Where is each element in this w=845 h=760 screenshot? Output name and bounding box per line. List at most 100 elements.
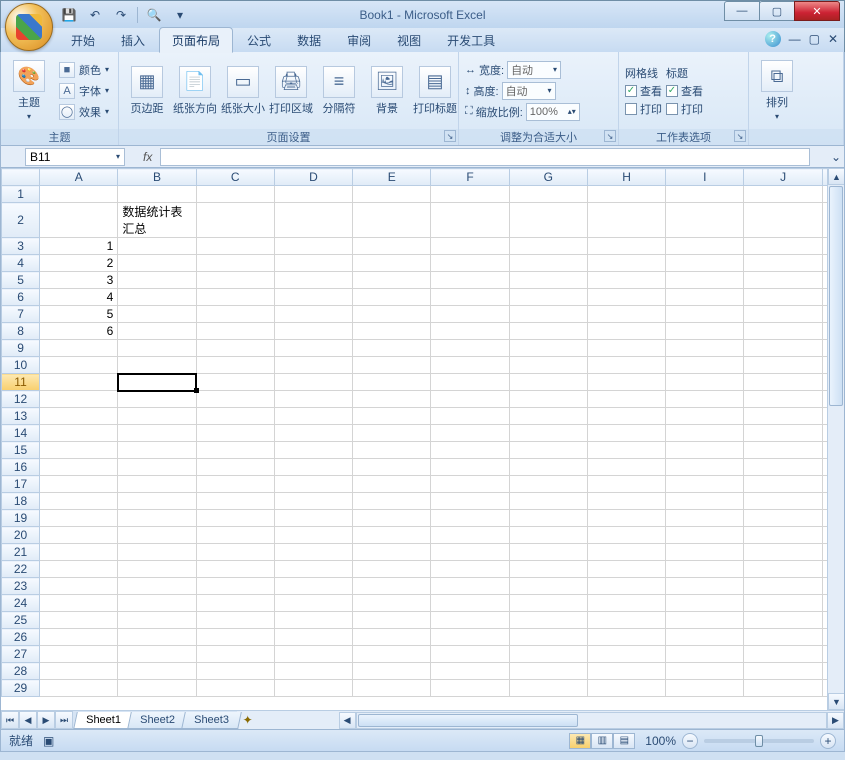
row-header-12[interactable]: 12	[2, 391, 40, 408]
cell-J9[interactable]	[744, 340, 822, 357]
cell-G26[interactable]	[509, 629, 587, 646]
cell-H27[interactable]	[587, 646, 665, 663]
cell-C2[interactable]	[196, 203, 274, 238]
cell-F24[interactable]	[431, 595, 509, 612]
col-header-J[interactable]: J	[744, 169, 822, 186]
cell-F29[interactable]	[431, 680, 509, 697]
cell-G5[interactable]	[509, 272, 587, 289]
cell-G17[interactable]	[509, 476, 587, 493]
cell-C24[interactable]	[196, 595, 274, 612]
cell-B7[interactable]	[118, 306, 196, 323]
cell-F2[interactable]	[431, 203, 509, 238]
cell-A21[interactable]	[40, 544, 118, 561]
cell-G18[interactable]	[509, 493, 587, 510]
cell-C22[interactable]	[196, 561, 274, 578]
cell-A24[interactable]	[40, 595, 118, 612]
cell-B2[interactable]: 数据统计表汇总	[118, 203, 196, 238]
cell-B11[interactable]	[118, 374, 196, 391]
sheet-grid[interactable]: ABCDEFGHIJK12数据统计表汇总31425364758691011121…	[1, 168, 844, 710]
row-header-19[interactable]: 19	[2, 510, 40, 527]
row-header-18[interactable]: 18	[2, 493, 40, 510]
cell-J7[interactable]	[744, 306, 822, 323]
cell-A4[interactable]: 2	[40, 255, 118, 272]
office-button[interactable]	[5, 3, 53, 51]
cell-D18[interactable]	[274, 493, 352, 510]
cell-F17[interactable]	[431, 476, 509, 493]
cell-B19[interactable]	[118, 510, 196, 527]
gridlines-view-checkbox[interactable]: ✓查看	[625, 83, 662, 99]
cell-B9[interactable]	[118, 340, 196, 357]
view-page-layout[interactable]: ▥	[591, 733, 613, 749]
cell-H25[interactable]	[587, 612, 665, 629]
cell-G14[interactable]	[509, 425, 587, 442]
cell-J18[interactable]	[744, 493, 822, 510]
cell-C8[interactable]	[196, 323, 274, 340]
cell-E27[interactable]	[353, 646, 431, 663]
cell-I1[interactable]	[666, 186, 744, 203]
cell-G6[interactable]	[509, 289, 587, 306]
cell-F10[interactable]	[431, 357, 509, 374]
cell-F16[interactable]	[431, 459, 509, 476]
cell-E5[interactable]	[353, 272, 431, 289]
cell-F23[interactable]	[431, 578, 509, 595]
vertical-scrollbar[interactable]: ▲ ▼	[827, 168, 844, 710]
ribbon-tab-0[interactable]: 开始	[59, 28, 107, 52]
cell-E15[interactable]	[353, 442, 431, 459]
cell-D5[interactable]	[274, 272, 352, 289]
size-button[interactable]: ▭纸张大小	[221, 64, 265, 118]
cell-H22[interactable]	[587, 561, 665, 578]
row-header-22[interactable]: 22	[2, 561, 40, 578]
cell-J8[interactable]	[744, 323, 822, 340]
cell-F19[interactable]	[431, 510, 509, 527]
cell-A28[interactable]	[40, 663, 118, 680]
col-header-I[interactable]: I	[666, 169, 744, 186]
cell-F15[interactable]	[431, 442, 509, 459]
cell-I11[interactable]	[666, 374, 744, 391]
cell-D15[interactable]	[274, 442, 352, 459]
cell-J11[interactable]	[744, 374, 822, 391]
qat-customize-dropdown[interactable]: ▾	[170, 5, 190, 25]
cell-B8[interactable]	[118, 323, 196, 340]
row-header-5[interactable]: 5	[2, 272, 40, 289]
cell-D21[interactable]	[274, 544, 352, 561]
cell-J27[interactable]	[744, 646, 822, 663]
cell-I22[interactable]	[666, 561, 744, 578]
sheet-nav-next[interactable]: ▶	[37, 711, 55, 729]
cell-H24[interactable]	[587, 595, 665, 612]
cell-D10[interactable]	[274, 357, 352, 374]
cell-E6[interactable]	[353, 289, 431, 306]
cell-A12[interactable]	[40, 391, 118, 408]
cell-D23[interactable]	[274, 578, 352, 595]
theme-effects[interactable]: ◯效果▾	[55, 102, 113, 122]
cell-G20[interactable]	[509, 527, 587, 544]
cell-J28[interactable]	[744, 663, 822, 680]
cell-D25[interactable]	[274, 612, 352, 629]
cell-B29[interactable]	[118, 680, 196, 697]
cell-J23[interactable]	[744, 578, 822, 595]
cell-B4[interactable]	[118, 255, 196, 272]
cell-A8[interactable]: 6	[40, 323, 118, 340]
scale-spinner[interactable]: 100%▴▾	[526, 103, 580, 121]
cell-J16[interactable]	[744, 459, 822, 476]
cell-D7[interactable]	[274, 306, 352, 323]
cell-H11[interactable]	[587, 374, 665, 391]
cell-A3[interactable]: 1	[40, 238, 118, 255]
col-header-H[interactable]: H	[587, 169, 665, 186]
cell-H4[interactable]	[587, 255, 665, 272]
cell-I20[interactable]	[666, 527, 744, 544]
cell-G16[interactable]	[509, 459, 587, 476]
mdi-minimize[interactable]: —	[789, 32, 801, 46]
col-header-B[interactable]: B	[118, 169, 196, 186]
select-all-corner[interactable]	[2, 169, 40, 186]
cell-B18[interactable]	[118, 493, 196, 510]
cell-E17[interactable]	[353, 476, 431, 493]
page-setup-launcher[interactable]: ↘	[444, 130, 456, 142]
cell-J24[interactable]	[744, 595, 822, 612]
cell-D20[interactable]	[274, 527, 352, 544]
ribbon-tab-1[interactable]: 插入	[109, 28, 157, 52]
cell-H26[interactable]	[587, 629, 665, 646]
cell-F6[interactable]	[431, 289, 509, 306]
cell-G12[interactable]	[509, 391, 587, 408]
cell-I29[interactable]	[666, 680, 744, 697]
cell-C13[interactable]	[196, 408, 274, 425]
